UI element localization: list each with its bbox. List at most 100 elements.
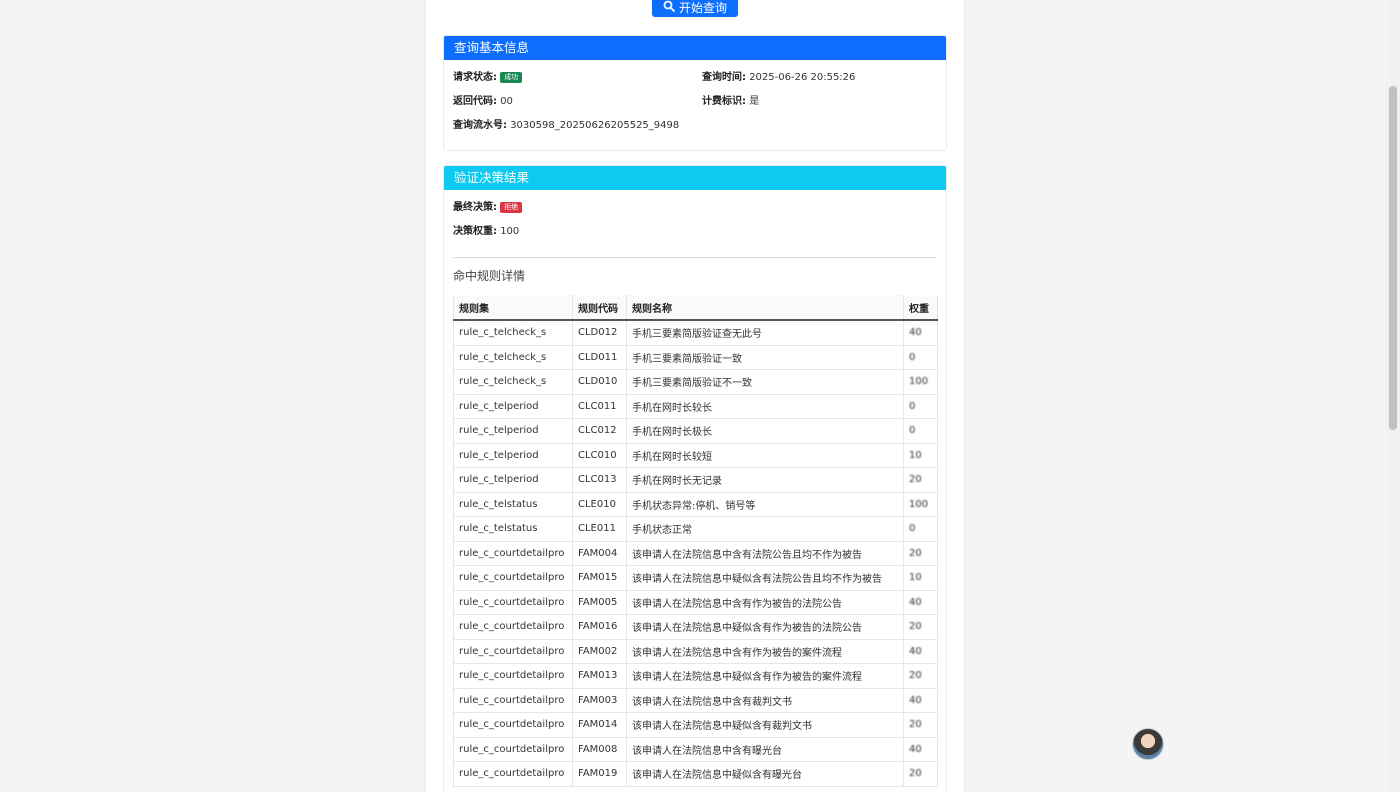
table-row: rule_c_courtdetailpro FAM019 该申请人在法院信息中疑似含… — [453, 761, 938, 787]
cell-rule-code: CLD011 — [572, 345, 627, 370]
start-query-label: 开始查询 — [678, 1, 727, 15]
billing-row: 计费标识: 是 — [702, 95, 759, 109]
search-icon — [663, 0, 675, 17]
cell-rule-code: FAM002 — [572, 639, 627, 664]
table-row: rule_c_courtdetailpro FAM015 该申请人在法院信息中疑似含… — [453, 565, 938, 591]
billing-value: 是 — [749, 96, 760, 107]
table-row: rule_c_courtdetailpro FAM005 该申请人在法院信息中含有作… — [453, 590, 938, 615]
cell-ruleset: rule_c_courtdetailpro — [453, 614, 573, 640]
cell-rule-code: CLD010 — [572, 369, 627, 395]
cell-ruleset: rule_c_telperiod — [453, 394, 573, 419]
final-decision-row: 最终决策: 拒绝 — [453, 201, 523, 215]
cell-rule-name: 手机在网时长极长 — [626, 418, 904, 444]
start-query-button[interactable]: 开始查询 — [652, 0, 738, 17]
cell-rule-name: 手机在网时长无记录 — [626, 467, 904, 493]
serial-label: 查询流水号: — [453, 120, 507, 131]
cell-rule-name: 该申请人在法院信息中疑似含有裁判文书 — [626, 712, 904, 738]
cell-rule-code: CLE011 — [572, 516, 627, 542]
scrollbar[interactable] — [1386, 0, 1400, 792]
cell-rule-code: FAM003 — [572, 688, 627, 713]
cell-ruleset: rule_c_courtdetailpro — [453, 663, 573, 689]
cell-ruleset: rule_c_telcheck_s — [453, 320, 573, 346]
cell-rule-name: 该申请人在法院信息中含有裁判文书 — [626, 688, 904, 713]
return-code-row: 返回代码: 00 — [453, 95, 513, 109]
cell-rule-name: 手机状态正常 — [626, 516, 904, 542]
table-row: rule_c_courtdetailpro FAM008 该申请人在法院信息中含有曝… — [453, 737, 938, 762]
chat-avatar[interactable] — [1132, 728, 1164, 760]
cell-weight: 0 — [903, 345, 938, 370]
cell-weight: 40 — [903, 320, 938, 346]
status-badge: 成功 — [500, 72, 523, 83]
cell-ruleset: rule_c_courtdetailpro — [453, 541, 573, 566]
cell-ruleset: rule_c_courtdetailpro — [453, 761, 573, 787]
cell-rule-code: CLC010 — [572, 443, 627, 468]
main-container: 开始查询 查询基本信息 请求状态: 成功 查询时间: 2025-06-26 20… — [426, 0, 964, 792]
table-row: rule_c_telcheck_s CLD012 手机三要素简版验证查无此号 40 — [453, 320, 938, 346]
rules-table-body: rule_c_telcheck_s CLD012 手机三要素简版验证查无此号 40 ru… — [453, 320, 938, 787]
table-row: rule_c_courtdetailpro FAM002 该申请人在法院信息中含有作… — [453, 639, 938, 664]
cell-ruleset: rule_c_telcheck_s — [453, 369, 573, 395]
cell-rule-name: 该申请人在法院信息中含有曝光台 — [626, 737, 904, 762]
cell-ruleset: rule_c_courtdetailpro — [453, 737, 573, 762]
final-decision-label: 最终决策: — [453, 202, 497, 213]
return-code-value: 00 — [500, 96, 513, 107]
cell-weight: 20 — [903, 467, 938, 493]
cell-rule-name: 手机在网时长较长 — [626, 394, 904, 419]
query-time-label: 查询时间: — [702, 72, 746, 83]
cell-weight: 40 — [903, 639, 938, 664]
table-row: rule_c_telstatus CLE010 手机状态异常:停机、销号等 100 — [453, 492, 938, 517]
table-row: rule_c_telstatus CLE011 手机状态正常 0 — [453, 516, 938, 542]
basic-info-title: 查询基本信息 — [444, 36, 946, 60]
rules-table: 规则集 规则代码 规则名称 权重 rule_c_telcheck_s CLD012… — [453, 295, 938, 787]
cell-ruleset: rule_c_courtdetailpro — [453, 565, 573, 591]
cell-ruleset: rule_c_courtdetailpro — [453, 639, 573, 664]
cell-rule-name: 该申请人在法院信息中疑似含有曝光台 — [626, 761, 904, 787]
cell-rule-code: FAM015 — [572, 565, 627, 591]
table-row: rule_c_telperiod CLC011 手机在网时长较长 0 — [453, 394, 938, 419]
cell-ruleset: rule_c_courtdetailpro — [453, 688, 573, 713]
column-header-code: 规则代码 — [572, 295, 627, 321]
table-row: rule_c_courtdetailpro FAM004 该申请人在法院信息中含有法… — [453, 541, 938, 566]
decision-weight-row: 决策权重: 100 — [453, 225, 519, 239]
cell-rule-code: CLC011 — [572, 394, 627, 419]
cell-rule-code: CLD012 — [572, 320, 627, 346]
cell-weight: 100 — [903, 492, 938, 517]
cell-weight: 20 — [903, 614, 938, 640]
cell-ruleset: rule_c_courtdetailpro — [453, 590, 573, 615]
cell-weight: 10 — [903, 443, 938, 468]
divider — [453, 257, 937, 258]
table-header-row: 规则集 规则代码 规则名称 权重 — [453, 295, 938, 321]
cell-rule-code: FAM019 — [572, 761, 627, 787]
serial-value: 3030598_20250626205525_9498 — [510, 120, 680, 131]
basic-info-card: 查询基本信息 请求状态: 成功 查询时间: 2025-06-26 20:55:2… — [443, 35, 947, 151]
request-status-row: 请求状态: 成功 — [453, 71, 523, 85]
return-code-label: 返回代码: — [453, 96, 497, 107]
table-row: rule_c_telperiod CLC013 手机在网时长无记录 20 — [453, 467, 938, 493]
decision-weight-label: 决策权重: — [453, 226, 497, 237]
cell-rule-code: FAM008 — [572, 737, 627, 762]
cell-weight: 20 — [903, 541, 938, 566]
cell-rule-name: 该申请人在法院信息中疑似含有法院公告且均不作为被告 — [626, 565, 904, 591]
column-header-ruleset: 规则集 — [453, 295, 573, 321]
table-row: rule_c_courtdetailpro FAM013 该申请人在法院信息中疑似含… — [453, 663, 938, 689]
cell-rule-name: 该申请人在法院信息中疑似含有作为被告的法院公告 — [626, 614, 904, 640]
cell-ruleset: rule_c_telcheck_s — [453, 345, 573, 370]
scrollbar-thumb[interactable] — [1389, 86, 1397, 430]
cell-ruleset: rule_c_telperiod — [453, 443, 573, 468]
decision-title: 验证决策结果 — [444, 166, 946, 190]
page: 开始查询 查询基本信息 请求状态: 成功 查询时间: 2025-06-26 20… — [0, 0, 1400, 792]
rules-section-title: 命中规则详情 — [453, 269, 526, 283]
cell-rule-code: CLC013 — [572, 467, 627, 493]
cell-weight: 40 — [903, 590, 938, 615]
cell-rule-code: FAM014 — [572, 712, 627, 738]
cell-weight: 10 — [903, 565, 938, 591]
cell-rule-name: 该申请人在法院信息中含有作为被告的案件流程 — [626, 639, 904, 664]
cell-ruleset: rule_c_telperiod — [453, 467, 573, 493]
decision-card: 验证决策结果 最终决策: 拒绝 决策权重: 100 命中规则详情 规则集 规则代… — [443, 165, 947, 792]
cell-weight: 0 — [903, 418, 938, 444]
cell-rule-name: 该申请人在法院信息中疑似含有作为被告的案件流程 — [626, 663, 904, 689]
cell-rule-name: 手机三要素简版验证查无此号 — [626, 320, 904, 346]
column-header-name: 规则名称 — [626, 295, 904, 321]
cell-weight: 20 — [903, 663, 938, 689]
cell-rule-code: CLC012 — [572, 418, 627, 444]
